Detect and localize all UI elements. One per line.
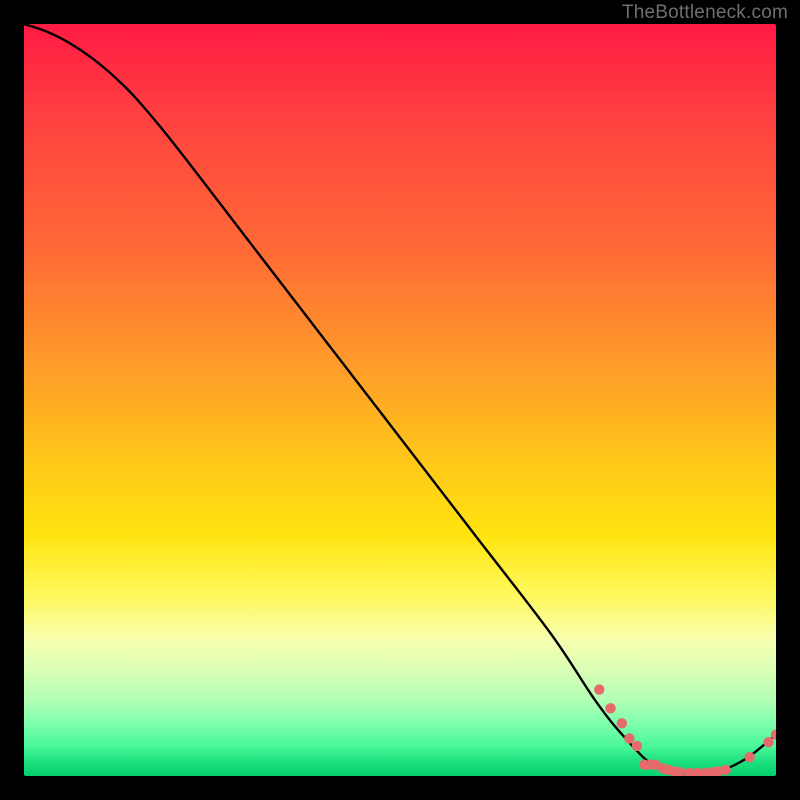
data-point bbox=[744, 752, 754, 762]
data-point bbox=[594, 684, 604, 694]
data-point bbox=[632, 741, 642, 751]
bottleneck-curve bbox=[24, 24, 776, 775]
data-point bbox=[763, 737, 773, 747]
plot-area bbox=[24, 24, 776, 776]
data-point bbox=[617, 718, 627, 728]
chart-svg bbox=[24, 24, 776, 776]
data-point bbox=[624, 733, 634, 743]
watermark-label: TheBottleneck.com bbox=[622, 2, 788, 24]
chart-frame: TheBottleneck.com bbox=[0, 0, 800, 800]
data-points bbox=[594, 684, 776, 776]
data-point bbox=[720, 765, 730, 775]
data-point bbox=[605, 703, 615, 713]
